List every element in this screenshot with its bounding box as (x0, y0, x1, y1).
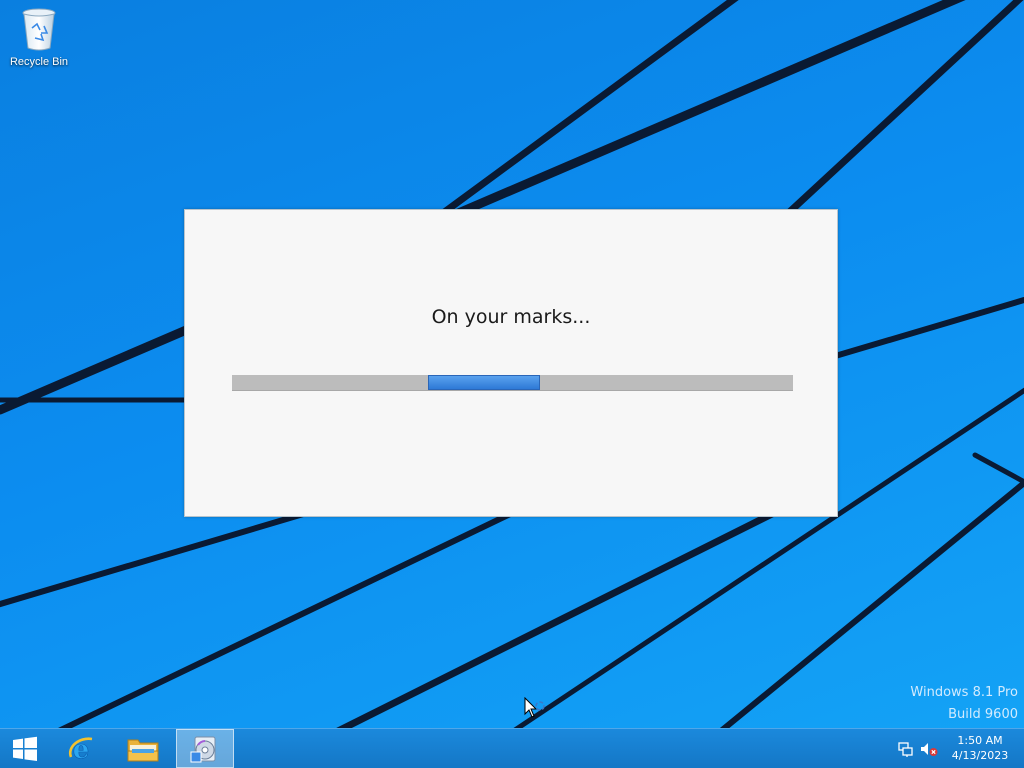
taskbar-setup[interactable] (176, 729, 234, 768)
volume-muted-icon[interactable] (920, 741, 938, 757)
setup-launch-dialog: On your marks... (184, 209, 838, 517)
watermark-edition: Windows 8.1 Pro (910, 685, 1018, 700)
windows-watermark: Windows 8.1 Pro Build 9600 (910, 682, 1018, 726)
setup-disc-icon (190, 736, 216, 762)
progress-bar (232, 375, 793, 391)
watermark-build: Build 9600 (948, 707, 1018, 722)
clock-date: 4/13/2023 (951, 749, 1009, 762)
taskbar-file-explorer[interactable] (120, 729, 166, 768)
clock-time: 1:50 AM (957, 734, 1003, 747)
recycle-bin-icon (22, 8, 56, 51)
folder-icon (127, 739, 159, 761)
dialog-message: On your marks... (431, 306, 591, 328)
busy-cursor-icon (524, 697, 545, 718)
windows-logo-icon (13, 736, 37, 761)
system-clock[interactable]: 1:50 AM 4/13/2023 (944, 733, 1016, 763)
recycle-bin-label: Recycle Bin (9, 56, 69, 68)
desktop: Recycle Bin On your marks... Windows 8.1… (0, 0, 1024, 768)
recycle-bin-desktop-icon[interactable]: Recycle Bin (4, 6, 74, 74)
taskbar-internet-explorer[interactable]: e (58, 729, 104, 768)
start-button[interactable] (0, 729, 50, 768)
svg-text:e: e (73, 735, 90, 765)
progress-indicator (428, 375, 540, 390)
taskbar: e 1:50 AM 4/13/2023 (0, 728, 1024, 768)
internet-explorer-icon: e (68, 734, 93, 765)
network-icon[interactable] (898, 741, 914, 757)
